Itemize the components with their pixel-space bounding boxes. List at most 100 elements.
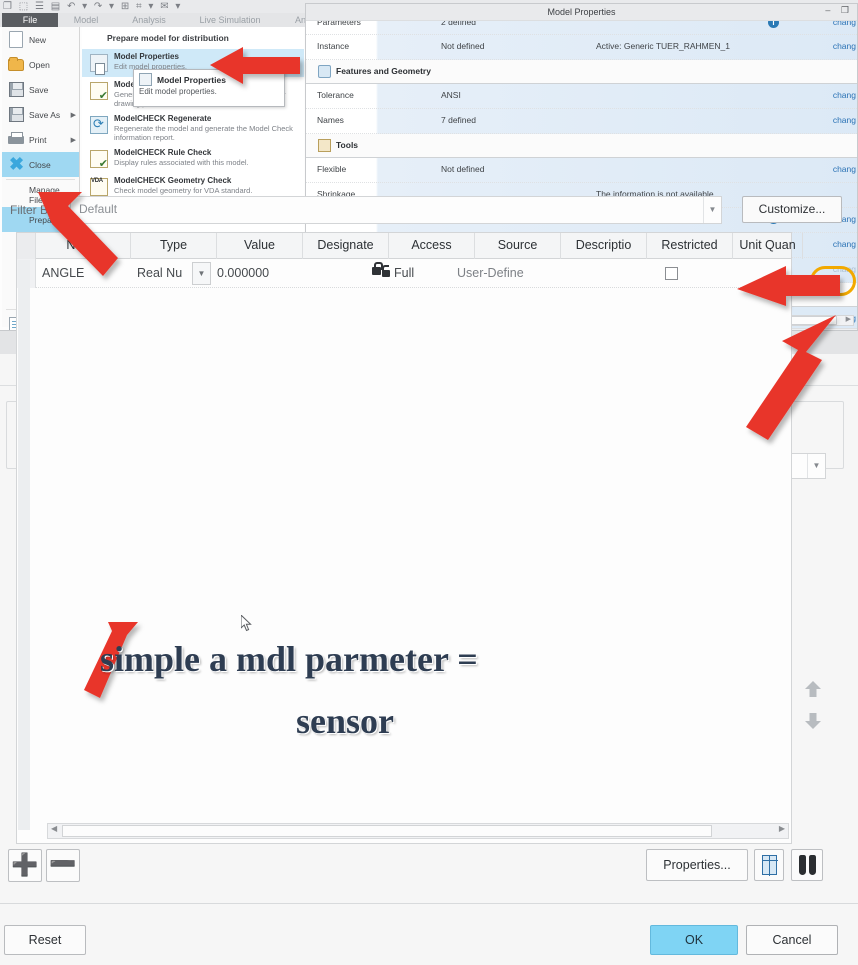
mp-change-link[interactable]: chang: [833, 164, 856, 174]
cell-description[interactable]: [561, 259, 647, 288]
file-menu-item-open[interactable]: Open: [2, 52, 79, 77]
column-header-unit-quantity[interactable]: Unit Quan: [733, 233, 803, 259]
file-menu-item-save-as[interactable]: Save As ▶: [2, 102, 79, 127]
chevron-right-icon: ▶: [70, 136, 76, 144]
chevron-down-icon[interactable]: ▼: [807, 454, 825, 478]
add-parameter-button[interactable]: ➕: [8, 849, 42, 882]
cell-type-dropdown-arrow[interactable]: ▼: [192, 262, 211, 285]
cell-type[interactable]: Real Nu: [137, 259, 192, 288]
footer-divider: [0, 903, 858, 904]
chevron-down-icon[interactable]: ▼: [703, 197, 721, 223]
column-header-description[interactable]: Descriptio: [561, 233, 647, 259]
mp-change-link[interactable]: chang: [833, 239, 856, 249]
mp-change-link[interactable]: chang: [833, 41, 856, 51]
cell-source[interactable]: User-Define: [457, 259, 557, 288]
filter-by-combo[interactable]: Default ▼: [70, 196, 722, 224]
command-modelcheck-rule-check[interactable]: ModelCHECK Rule Check Display rules asso…: [82, 145, 304, 173]
mp-row-names[interactable]: Names 7 defined chang: [306, 109, 857, 134]
command-title: ModelCHECK Regenerate: [114, 114, 212, 123]
cell-access[interactable]: Full: [372, 259, 462, 288]
command-modelcheck-regenerate[interactable]: ModelCHECK Regenerate Regenerate the mod…: [82, 111, 304, 145]
column-header-type[interactable]: Type: [131, 233, 217, 259]
cell-restricted-checkbox[interactable]: [665, 267, 678, 280]
command-description: Display rules associated with this model…: [114, 158, 249, 167]
model-properties-titlebar[interactable]: Model Properties – ❐: [306, 4, 857, 21]
find-button[interactable]: [791, 849, 823, 881]
mp-row-label: Names: [317, 115, 344, 125]
parameters-table-header: Name Type Value Designate Access Source …: [17, 233, 803, 259]
mp-change-link[interactable]: chang: [833, 21, 856, 27]
cell-name[interactable]: ANGLE: [42, 259, 134, 288]
mp-row-value: 2 defined: [441, 21, 476, 27]
column-grid-icon: [762, 855, 778, 876]
cell-value[interactable]: 0.000000: [217, 259, 303, 288]
scroll-left-icon[interactable]: ◀: [51, 824, 57, 833]
ribbon-tab-file[interactable]: File: [2, 13, 58, 27]
mouse-cursor: [241, 615, 252, 632]
screenshot-root: ❐ ⬚ ☰ ▤ ↶ ▾ ↷ ▾ ⊞ ⌗ ▾ ✉ ▾ File Model Ana…: [0, 0, 858, 965]
mp-section-label: Features and Geometry: [336, 66, 431, 76]
mp-row-value: Not defined: [441, 164, 485, 174]
column-header-value[interactable]: Value: [217, 233, 303, 259]
prepare-panel-header: Prepare model for distribution: [107, 33, 229, 43]
file-menu-label: Save As: [29, 109, 61, 120]
features-geometry-icon: [318, 65, 331, 78]
file-menu-label: New: [29, 34, 47, 45]
cell-access-label: Full: [394, 266, 415, 280]
sensor-change-highlight-oval: [810, 266, 856, 296]
tooltip-model-properties: Model Properties Edit model properties.: [133, 69, 285, 107]
file-menu-item-print[interactable]: Print ▶: [2, 127, 79, 152]
mp-section-tools: Tools: [306, 134, 857, 158]
remove-parameter-button[interactable]: ➖: [46, 849, 80, 882]
ribbon-tab-model[interactable]: Model: [58, 13, 114, 27]
move-row-up-button[interactable]: [802, 678, 824, 700]
file-menu-label: Save: [29, 84, 49, 95]
binoculars-icon: [799, 855, 816, 875]
info-icon[interactable]: i: [768, 21, 779, 28]
properties-button[interactable]: Properties...: [646, 849, 748, 881]
command-description: Regenerate the model and generate the Mo…: [114, 124, 293, 142]
parameters-table: Name Type Value Designate Access Source …: [16, 232, 803, 844]
cancel-button[interactable]: Cancel: [746, 925, 838, 955]
table-horizontal-scrollbar[interactable]: ◀ ▶: [47, 823, 789, 839]
file-menu-label: Close: [29, 159, 51, 170]
customize-button[interactable]: Customize...: [742, 196, 842, 223]
mp-row-parameters[interactable]: Parameters 2 defined i chang: [306, 21, 857, 35]
mp-row-value: ANSI: [441, 90, 461, 100]
column-header-designate[interactable]: Designate: [303, 233, 389, 259]
ribbon-tab-analysis[interactable]: Analysis: [114, 13, 184, 27]
reset-button[interactable]: Reset: [4, 925, 86, 955]
ribbon-tab-live-simulation[interactable]: Live Simulation: [184, 13, 276, 27]
cell-unit-quantity[interactable]: [733, 259, 803, 288]
mp-row-instance[interactable]: Instance Not defined Active: Generic TUE…: [306, 35, 857, 60]
scroll-right-icon[interactable]: ▶: [779, 824, 785, 833]
column-header-name[interactable]: Name: [36, 233, 131, 259]
move-row-down-button[interactable]: [802, 710, 824, 732]
quick-access-icons[interactable]: ❐ ⬚ ☰ ▤ ↶ ▾ ↷ ▾ ⊞ ⌗ ▾ ✉ ▾: [3, 0, 182, 13]
scrollbar-thumb[interactable]: [62, 825, 712, 837]
file-menu-item-close[interactable]: ✖ Close: [2, 152, 79, 177]
filter-row: Filter By Default ▼ Customize...: [8, 196, 850, 226]
table-row[interactable]: ANGLE Real Nu ▼ 0.000000 Full User-Defin…: [17, 259, 791, 288]
mp-row-value: 7 defined: [441, 115, 476, 125]
page-icon: [6, 30, 26, 49]
save-icon: [6, 80, 26, 99]
window-controls[interactable]: – ❐: [825, 5, 853, 16]
scroll-right-icon[interactable]: ▶: [846, 315, 851, 323]
column-header-source[interactable]: Source: [475, 233, 561, 259]
tooltip-body: Edit model properties.: [139, 87, 217, 96]
column-grid-button[interactable]: [754, 849, 784, 881]
mp-change-link[interactable]: chang: [833, 115, 856, 125]
file-menu-item-new[interactable]: New: [2, 27, 79, 52]
mp-row-tolerance[interactable]: Tolerance ANSI chang: [306, 84, 857, 109]
file-menu-item-save[interactable]: Save: [2, 77, 79, 102]
command-title: Model Properties: [114, 52, 179, 61]
mp-row-flexible[interactable]: Flexible Not defined chang: [306, 158, 857, 183]
table-row-gutter-strip[interactable]: [18, 260, 30, 830]
column-header-restricted[interactable]: Restricted: [647, 233, 733, 259]
ok-button[interactable]: OK: [650, 925, 738, 955]
mp-change-link[interactable]: chang: [833, 90, 856, 100]
mp-row-value: Not defined: [441, 41, 485, 51]
column-header-access[interactable]: Access: [389, 233, 475, 259]
command-title: ModelCHECK Rule Check: [114, 148, 212, 157]
